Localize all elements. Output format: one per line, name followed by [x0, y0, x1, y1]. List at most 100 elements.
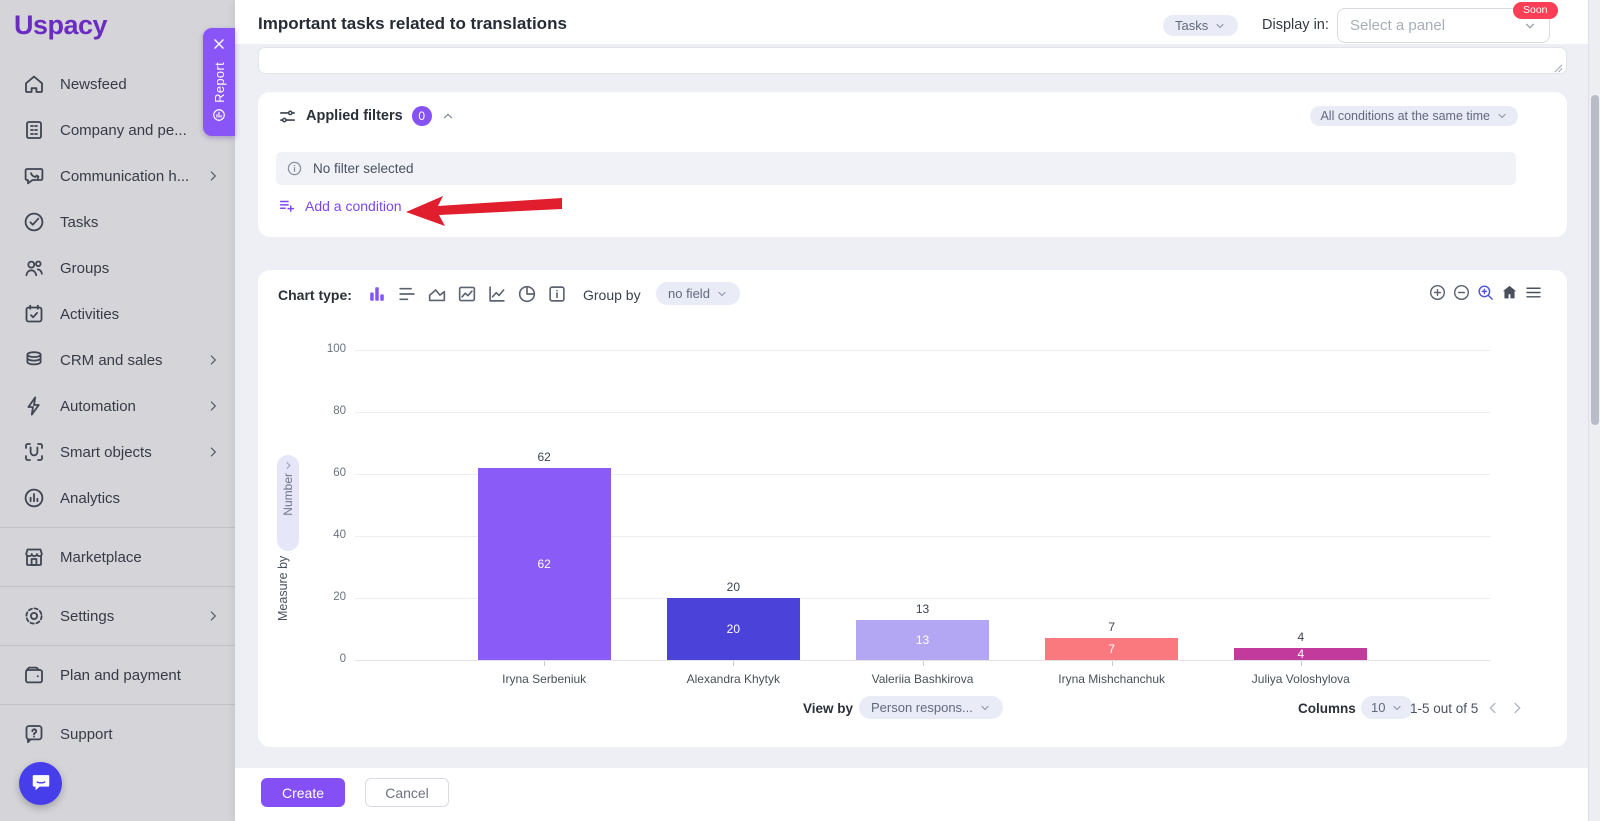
sidebar-divider	[0, 586, 235, 587]
display-in-label: Display in:	[1262, 17, 1329, 33]
sidebar-item-label: Marketplace	[60, 549, 221, 566]
sidebar-item-communication-h[interactable]: Communication h...	[0, 153, 235, 199]
x-axis-category-label: Valeriia Bashkirova	[830, 672, 1016, 686]
sidebar-item-label: Tasks	[60, 214, 221, 231]
scrollbar-thumb[interactable]	[1591, 95, 1599, 425]
annotation-arrow	[405, 194, 563, 228]
sidebar-item-label: Company and pe...	[60, 122, 205, 139]
sidebar-item-marketplace[interactable]: Marketplace	[0, 534, 235, 580]
x-axis-category-label: Alexandra Khytyk	[640, 672, 826, 686]
applied-filters-title: Applied filters	[306, 108, 403, 124]
sidebar-divider	[0, 645, 235, 646]
sidebar-item-support[interactable]: Support	[0, 711, 235, 757]
sidebar-nav: Newsfeed Company and pe... Communication h…	[0, 61, 235, 757]
view-by-select[interactable]: Person respons...	[859, 696, 1003, 719]
newsfeed-home-icon	[22, 72, 46, 96]
sidebar-item-groups[interactable]: Groups	[0, 245, 235, 291]
x-axis-tick	[733, 661, 734, 666]
sidebar-item-crm-and-sales[interactable]: CRM and sales	[0, 337, 235, 383]
bar-iryna-mishchanchuk: 7	[1045, 638, 1178, 660]
y-axis-tick-label: 100	[298, 343, 346, 355]
x-axis-tick	[923, 661, 924, 666]
report-tab[interactable]: Report	[203, 28, 235, 136]
playlist-add-icon	[278, 197, 296, 215]
chevron-right-icon	[205, 444, 221, 460]
chat-support-button[interactable]	[19, 762, 62, 805]
marketplace-store-icon	[22, 545, 46, 569]
sidebar-item-tasks[interactable]: Tasks	[0, 199, 235, 245]
chevron-down-icon	[1214, 20, 1226, 32]
sidebar-item-plan-and-payment[interactable]: Plan and payment	[0, 652, 235, 698]
bar-inner-value: 13	[916, 633, 929, 647]
sidebar-item-label: Settings	[60, 608, 205, 625]
bar-valeriia-bashkirova: 13	[856, 620, 989, 660]
bar-value-label: 4	[1234, 630, 1367, 644]
create-button[interactable]: Create	[261, 778, 345, 807]
sidebar-item-automation[interactable]: Automation	[0, 383, 235, 429]
tasks-check-icon	[22, 210, 46, 234]
bar-value-label: 20	[667, 580, 800, 594]
y-axis-tick-label: 40	[298, 529, 346, 541]
x-axis-category-label: Iryna Mishchanchuk	[1019, 672, 1205, 686]
measure-value-pill[interactable]: Number	[277, 455, 299, 551]
sidebar-item-newsfeed[interactable]: Newsfeed	[0, 61, 235, 107]
chevron-up-icon[interactable]	[441, 109, 455, 123]
close-icon[interactable]	[212, 37, 226, 56]
no-filter-banner: No filter selected	[276, 152, 1516, 185]
bar-inner-value: 20	[727, 622, 740, 636]
x-axis-category-label: Juliya Voloshylova	[1208, 672, 1394, 686]
chevron-right-icon	[205, 352, 221, 368]
bar-value-label: 7	[1045, 620, 1178, 634]
add-condition-button[interactable]: Add a condition	[278, 197, 402, 215]
bar-value-label: 62	[478, 450, 611, 464]
sidebar-item-label: Support	[60, 726, 221, 743]
soon-badge: Soon	[1513, 2, 1558, 19]
columns-select[interactable]: 10	[1361, 696, 1413, 719]
chevron-down-icon	[979, 702, 991, 714]
resize-grip-icon[interactable]	[1552, 60, 1563, 71]
y-axis-tick-label: 0	[298, 653, 346, 665]
conditions-mode-select[interactable]: All conditions at the same time	[1310, 106, 1518, 126]
x-axis-tick	[1112, 661, 1113, 666]
measure-value: Number	[281, 473, 295, 516]
sidebar-item-label: Communication h...	[60, 168, 205, 185]
pagination-next-button[interactable]	[1508, 699, 1526, 717]
groups-people-icon	[22, 256, 46, 280]
chart-plot: 0204060801006262Iryna Serbeniuk2020Alexa…	[258, 270, 1567, 747]
page-title: Important tasks related to translations	[258, 14, 567, 34]
sidebar-divider	[0, 527, 235, 528]
bar-inner-value: 7	[1108, 642, 1115, 656]
chart-card: Chart type: Group by no field 0204060801…	[258, 270, 1567, 747]
uspacy-logo[interactable]: Uspacy	[14, 10, 107, 41]
report-builder-panel: Important tasks related to translations …	[235, 0, 1588, 821]
y-axis-tick-label: 60	[298, 467, 346, 479]
sidebar-item-smart-objects[interactable]: Smart objects	[0, 429, 235, 475]
bar-inner-value: 4	[1297, 648, 1304, 660]
automation-bolt-icon	[22, 394, 46, 418]
chevron-down-icon	[1496, 110, 1508, 122]
page-scrollbar[interactable]	[1588, 0, 1600, 821]
pagination-prev-button[interactable]	[1484, 699, 1502, 717]
cancel-button[interactable]: Cancel	[365, 778, 449, 807]
info-icon	[286, 160, 303, 177]
support-question-icon	[22, 722, 46, 746]
gridline	[355, 350, 1490, 351]
sidebar-item-label: Newsfeed	[60, 76, 221, 93]
measure-by-label: Measure by	[276, 553, 300, 623]
chevron-right-icon	[205, 168, 221, 184]
sidebar-item-settings[interactable]: Settings	[0, 593, 235, 639]
crm-coins-icon	[22, 348, 46, 372]
sidebar-item-activities[interactable]: Activities	[0, 291, 235, 337]
x-axis-category-label: Iryna Serbeniuk	[451, 672, 637, 686]
sidebar-item-company-and-pe[interactable]: Company and pe...	[0, 107, 235, 153]
description-textarea[interactable]	[258, 47, 1567, 74]
y-axis-tick-label: 80	[298, 405, 346, 417]
sidebar-item-analytics[interactable]: Analytics	[0, 475, 235, 521]
report-analytics-icon	[212, 108, 226, 127]
entity-selector[interactable]: Tasks	[1163, 15, 1238, 36]
bar-value-label: 13	[856, 602, 989, 616]
filters-count-badge: 0	[412, 106, 432, 126]
filter-sliders-icon	[278, 107, 297, 126]
sidebar: Uspacy Newsfeed Company and pe... Communic…	[0, 0, 235, 821]
screen: Uspacy Newsfeed Company and pe... Communic…	[0, 0, 1600, 821]
